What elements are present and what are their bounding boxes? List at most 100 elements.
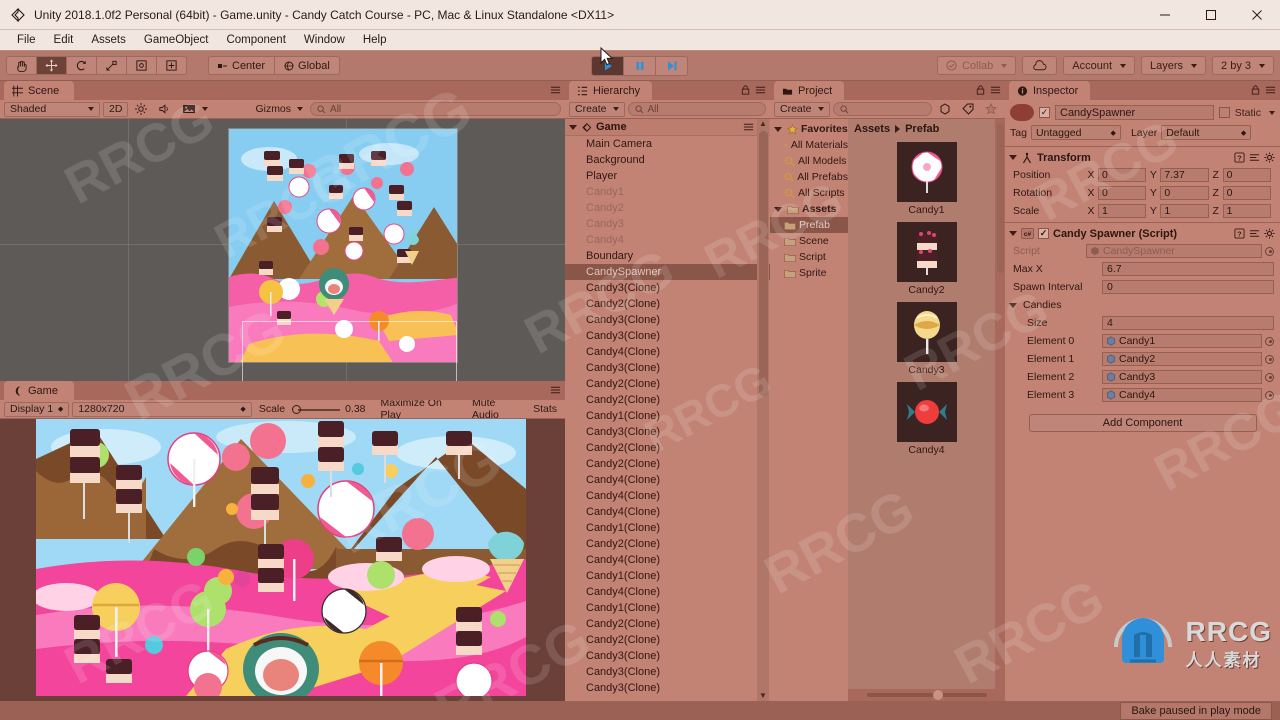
breadcrumb-assets[interactable]: Assets xyxy=(854,123,890,135)
hierarchy-tree[interactable]: Game Main Camera Background Player Candy1 Ca… xyxy=(565,119,770,701)
gear-icon[interactable] xyxy=(1264,152,1275,163)
hierarchy-item[interactable]: Candy2(Clone) xyxy=(565,376,770,392)
stats-button[interactable]: Stats xyxy=(529,402,561,417)
object-picker-icon[interactable] xyxy=(1265,354,1274,364)
tab-scene[interactable]: Scene xyxy=(4,81,74,100)
favorite-star-icon[interactable] xyxy=(981,102,1001,117)
filter-by-label-icon[interactable] xyxy=(958,102,978,117)
hierarchy-item[interactable]: Candy2 xyxy=(565,200,770,216)
help-icon[interactable]: ? xyxy=(1234,152,1245,163)
project-tree-item[interactable]: All Models xyxy=(770,153,848,169)
hierarchy-item[interactable]: Candy3(Clone) xyxy=(565,424,770,440)
hierarchy-item[interactable]: Candy3(Clone) xyxy=(565,648,770,664)
menu-assets[interactable]: Assets xyxy=(82,32,135,48)
script-object-field[interactable]: CandySpawner xyxy=(1086,244,1262,258)
hierarchy-item[interactable]: CandySpawner xyxy=(565,264,770,280)
hierarchy-item[interactable]: Candy1(Clone) xyxy=(565,568,770,584)
hierarchy-item[interactable]: Candy4(Clone) xyxy=(565,584,770,600)
axis-input-z[interactable]: 0 xyxy=(1222,186,1271,200)
object-picker-icon[interactable] xyxy=(1265,246,1274,256)
hierarchy-item[interactable]: Player xyxy=(565,168,770,184)
object-picker-icon[interactable] xyxy=(1265,372,1274,382)
axis-input-x[interactable]: 0 xyxy=(1098,186,1147,200)
project-tree-item[interactable]: All Materials xyxy=(770,137,848,153)
project-horizontal-scrollbar[interactable] xyxy=(848,689,1005,701)
minimize-icon[interactable] xyxy=(1142,0,1188,30)
breadcrumb-prefab[interactable]: Prefab xyxy=(905,123,939,135)
candies-array-header[interactable]: Candies xyxy=(1005,296,1280,314)
hierarchy-item[interactable]: Candy4(Clone) xyxy=(565,344,770,360)
gizmos-dropdown[interactable]: Gizmos xyxy=(251,102,307,117)
static-checkbox[interactable] xyxy=(1218,107,1230,118)
cloud-button[interactable] xyxy=(1022,56,1058,75)
hierarchy-scrollbar-thumb[interactable] xyxy=(758,131,768,396)
axis-input-x[interactable]: 1 xyxy=(1098,204,1147,218)
script-field-input[interactable]: 0 xyxy=(1102,280,1274,294)
project-folder-tree[interactable]: Favorites All Materials All Models All Pref… xyxy=(770,119,848,701)
hierarchy-item[interactable]: Candy1(Clone) xyxy=(565,520,770,536)
script-enabled-checkbox[interactable]: ✓ xyxy=(1038,228,1049,239)
project-panel-header-icons[interactable] xyxy=(975,84,1001,96)
hierarchy-item[interactable]: Candy3(Clone) xyxy=(565,312,770,328)
project-tree-item[interactable]: Assets xyxy=(770,201,848,217)
close-icon[interactable] xyxy=(1234,0,1280,30)
transform-component-header[interactable]: Transform ? xyxy=(1005,149,1280,166)
resolution-dropdown[interactable]: 1280x720 ◆ xyxy=(72,401,252,417)
hierarchy-item[interactable]: Candy4 xyxy=(565,232,770,248)
project-create-button[interactable]: Create xyxy=(774,101,830,117)
chevron-down-icon[interactable] xyxy=(569,124,577,130)
hierarchy-item[interactable]: Boundary xyxy=(565,248,770,264)
hierarchy-item[interactable]: Candy1 xyxy=(565,184,770,200)
tag-dropdown[interactable]: Untagged ◆ xyxy=(1030,125,1121,140)
chevron-down-icon[interactable] xyxy=(1009,231,1017,236)
project-vertical-scrollbar[interactable] xyxy=(995,119,1005,701)
game-viewport[interactable] xyxy=(0,419,565,701)
hierarchy-create-button[interactable]: Create xyxy=(569,101,625,117)
inspector-panel-header-icons[interactable] xyxy=(1250,84,1276,96)
hierarchy-item[interactable]: Candy4(Clone) xyxy=(565,504,770,520)
gear-icon[interactable] xyxy=(1264,228,1275,239)
axis-input-x[interactable]: 0 xyxy=(1098,168,1147,182)
collab-button[interactable]: Collab xyxy=(937,56,1017,75)
scroll-down-arrow-icon[interactable]: ▼ xyxy=(759,691,767,701)
hierarchy-item[interactable]: Main Camera xyxy=(565,136,770,152)
project-asset-item[interactable]: Candy3 xyxy=(848,302,1005,376)
menu-file[interactable]: File xyxy=(8,32,45,48)
menu-edit[interactable]: Edit xyxy=(45,32,83,48)
axis-input-z[interactable]: 1 xyxy=(1222,204,1271,218)
hierarchy-scrollbar[interactable]: ▲ ▼ xyxy=(757,119,769,701)
scale-slider-track[interactable] xyxy=(290,404,341,414)
scene-audio-toggle[interactable] xyxy=(154,102,175,117)
preset-icon[interactable] xyxy=(1249,152,1260,163)
scene-options-icon[interactable] xyxy=(743,121,754,133)
object-name-field[interactable]: CandySpawner xyxy=(1055,105,1214,120)
object-picker-icon[interactable] xyxy=(1265,390,1274,400)
pivot-mode-button[interactable]: Center xyxy=(208,56,276,75)
script-field-input[interactable]: 6.7 xyxy=(1102,262,1274,276)
axis-input-z[interactable]: 0 xyxy=(1222,168,1271,182)
help-icon[interactable]: ? xyxy=(1234,228,1245,239)
shading-mode-dropdown[interactable]: Shaded xyxy=(4,101,100,117)
hierarchy-item[interactable]: Candy3 xyxy=(565,216,770,232)
scene-fx-toggle[interactable] xyxy=(178,102,212,117)
filter-by-type-icon[interactable] xyxy=(935,102,955,117)
menu-component[interactable]: Component xyxy=(217,32,294,48)
project-tree-item[interactable]: Sprite xyxy=(770,265,848,281)
scale-tool-icon[interactable] xyxy=(96,56,127,75)
chevron-down-icon[interactable] xyxy=(1009,302,1017,308)
hierarchy-item[interactable]: Candy4(Clone) xyxy=(565,488,770,504)
game-panel-menu[interactable] xyxy=(550,384,561,396)
layout-button[interactable]: 2 by 3 xyxy=(1212,56,1274,75)
menu-help[interactable]: Help xyxy=(354,32,396,48)
hierarchy-item[interactable]: Candy1(Clone) xyxy=(565,408,770,424)
scene-panel-menu[interactable] xyxy=(550,84,561,96)
project-asset-grid[interactable]: Candy1 Candy2 Candy3 Candy4 xyxy=(848,138,1005,689)
hierarchy-item[interactable]: Candy3(Clone) xyxy=(565,328,770,344)
hierarchy-item[interactable]: Candy2(Clone) xyxy=(565,456,770,472)
object-enabled-checkbox[interactable]: ✓ xyxy=(1039,107,1050,118)
layers-button[interactable]: Layers xyxy=(1141,56,1207,75)
hand-tool-icon[interactable] xyxy=(6,56,37,75)
hierarchy-item[interactable]: Candy3(Clone) xyxy=(565,280,770,296)
project-scroll-track[interactable] xyxy=(866,690,987,700)
project-tree-item[interactable]: Prefab xyxy=(770,217,848,233)
